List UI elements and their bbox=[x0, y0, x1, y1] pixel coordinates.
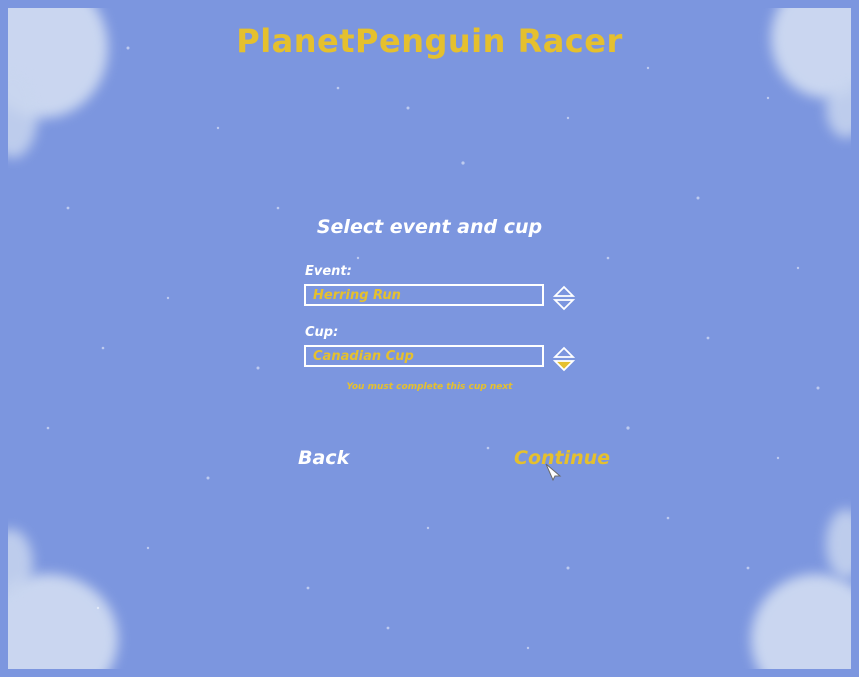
cup-value: Canadian Cup bbox=[313, 349, 414, 364]
screen-heading: Select event and cup bbox=[316, 216, 543, 238]
back-button[interactable]: Back bbox=[298, 447, 349, 469]
cup-label: Cup: bbox=[305, 325, 339, 340]
event-label: Event: bbox=[305, 264, 352, 279]
game-screen bbox=[8, 8, 851, 669]
cup-selector[interactable] bbox=[552, 346, 576, 372]
event-field[interactable]: Herring Run bbox=[304, 284, 544, 306]
mouse-pointer-icon bbox=[545, 463, 562, 482]
event-selector[interactable] bbox=[552, 285, 576, 311]
snowflakes bbox=[46, 46, 820, 650]
up-down-arrows-icon bbox=[552, 285, 576, 311]
up-down-arrows-icon bbox=[552, 346, 576, 372]
cup-hint: You must complete this cup next bbox=[346, 382, 513, 392]
event-value: Herring Run bbox=[313, 288, 401, 303]
cup-field[interactable]: Canadian Cup bbox=[304, 345, 544, 367]
game-title: PlanetPenguin Racer bbox=[236, 22, 623, 60]
